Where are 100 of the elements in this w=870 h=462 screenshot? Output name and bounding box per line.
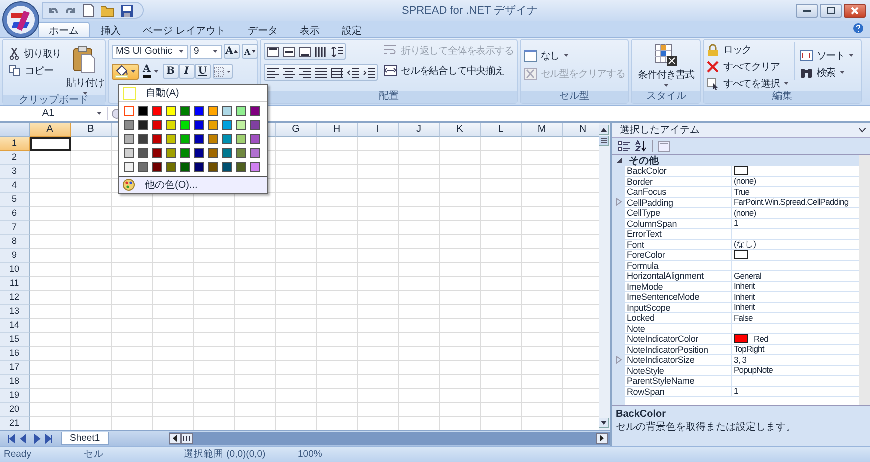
scroll-right-icon[interactable] — [596, 433, 608, 444]
vertical-scrollbar[interactable] — [599, 123, 610, 430]
column-header[interactable]: A — [30, 123, 71, 137]
alignment-icon[interactable] — [267, 46, 279, 56]
row-header[interactable]: 10 — [0, 263, 30, 277]
color-swatch[interactable] — [222, 106, 232, 116]
cell-type-dropdown[interactable]: なし — [524, 48, 569, 63]
column-header[interactable]: I — [358, 123, 399, 137]
color-swatch[interactable] — [138, 106, 148, 116]
save-icon[interactable] — [121, 4, 133, 16]
color-swatch[interactable] — [166, 134, 176, 144]
clear-all-button[interactable]: すべてクリア — [707, 59, 789, 74]
color-swatch[interactable] — [250, 106, 260, 116]
alignment-icon[interactable] — [315, 46, 327, 56]
color-swatch[interactable] — [124, 148, 134, 158]
row-header[interactable]: 11 — [0, 277, 30, 291]
color-swatch[interactable] — [236, 134, 246, 144]
sort-button[interactable]: ソート — [800, 48, 854, 63]
shrink-font-button[interactable]: A — [242, 44, 258, 59]
ribbon-tab[interactable]: 表示 — [288, 22, 331, 37]
color-swatch[interactable] — [180, 106, 190, 116]
color-swatch[interactable] — [166, 162, 176, 172]
row-header[interactable]: 9 — [0, 249, 30, 263]
color-swatch[interactable] — [124, 134, 134, 144]
alignment-icon[interactable] — [267, 68, 279, 78]
property-pages-icon[interactable] — [658, 140, 670, 152]
active-cell[interactable] — [30, 137, 71, 151]
color-swatch[interactable] — [222, 148, 232, 158]
color-swatch[interactable] — [138, 134, 148, 144]
column-header[interactable]: N — [563, 123, 599, 137]
color-swatch[interactable] — [124, 120, 134, 130]
color-swatch[interactable] — [180, 120, 190, 130]
color-swatch[interactable] — [152, 134, 162, 144]
scroll-left-icon[interactable] — [169, 433, 194, 444]
copy-button[interactable]: コピー — [9, 63, 62, 78]
color-swatch[interactable] — [138, 148, 148, 158]
font-name-dropdown[interactable]: MS UI Gothic — [112, 44, 188, 58]
color-swatch[interactable] — [250, 134, 260, 144]
automatic-color-item[interactable]: 自動(A) — [119, 85, 267, 102]
color-swatch[interactable] — [180, 148, 190, 158]
color-swatch[interactable] — [152, 120, 162, 130]
select-all-button[interactable]: すべてを選択 — [707, 76, 789, 91]
color-swatch[interactable] — [222, 134, 232, 144]
color-swatch[interactable] — [208, 148, 218, 158]
conditional-format-button[interactable]: 条件付き書式 — [638, 44, 695, 87]
sort-alphabetical-icon[interactable] — [635, 140, 647, 152]
row-header[interactable]: 19 — [0, 389, 30, 403]
merge-center-button[interactable]: セルを結合して中央揃え — [384, 63, 514, 78]
sheet-tab[interactable]: Sheet1 — [61, 432, 110, 445]
find-button[interactable]: 検索 — [800, 65, 854, 80]
maximize-button[interactable] — [820, 4, 842, 18]
chevron-down-icon[interactable] — [859, 128, 866, 132]
new-document-icon[interactable] — [83, 4, 95, 17]
color-swatch[interactable] — [194, 134, 204, 144]
color-swatch[interactable] — [250, 120, 260, 130]
more-colors-item[interactable]: 他の色(O)... — [119, 177, 267, 193]
font-size-dropdown[interactable]: 9 — [190, 44, 222, 58]
fill-color-button[interactable] — [112, 64, 139, 80]
expand-icon[interactable] — [616, 198, 622, 206]
color-swatch[interactable] — [208, 120, 218, 130]
scroll-up-icon[interactable] — [599, 125, 609, 135]
scroll-thumb-icon[interactable] — [599, 136, 609, 146]
color-swatch[interactable] — [236, 162, 246, 172]
color-swatch[interactable] — [236, 120, 246, 130]
color-swatch[interactable] — [138, 162, 148, 172]
color-swatch[interactable] — [208, 162, 218, 172]
alignment-icon[interactable] — [331, 68, 343, 78]
grow-font-button[interactable]: A — [224, 44, 240, 59]
row-header[interactable]: 4 — [0, 179, 30, 193]
bold-button[interactable]: B — [162, 64, 179, 79]
alignment-icon[interactable] — [283, 46, 295, 56]
row-header[interactable]: 8 — [0, 235, 30, 249]
color-swatch[interactable] — [166, 106, 176, 116]
row-header[interactable]: 15 — [0, 333, 30, 347]
border-button[interactable] — [212, 64, 233, 79]
column-header[interactable]: B — [71, 123, 112, 137]
row-header[interactable]: 21 — [0, 417, 30, 430]
italic-button[interactable]: I — [178, 64, 195, 79]
color-swatch[interactable] — [152, 106, 162, 116]
row-header[interactable]: 20 — [0, 403, 30, 417]
color-swatch[interactable] — [222, 162, 232, 172]
ribbon-tab[interactable]: 設定 — [330, 22, 373, 37]
row-header[interactable]: 1 — [0, 137, 30, 151]
underline-button[interactable]: U — [194, 64, 211, 79]
color-swatch[interactable] — [166, 148, 176, 158]
row-header[interactable]: 12 — [0, 291, 30, 305]
color-swatch[interactable] — [236, 106, 246, 116]
categorized-icon[interactable] — [618, 140, 630, 152]
lock-button[interactable]: ロック — [707, 42, 789, 57]
column-header[interactable]: M — [522, 123, 563, 137]
ribbon-tab[interactable]: ホーム — [38, 22, 90, 37]
color-swatch[interactable] — [208, 134, 218, 144]
row-header[interactable]: 14 — [0, 319, 30, 333]
alignment-icon[interactable] — [299, 68, 311, 78]
alignment-icon[interactable] — [347, 68, 359, 78]
name-box[interactable]: A1 — [0, 107, 108, 120]
row-header[interactable]: 13 — [0, 305, 30, 319]
color-swatch[interactable] — [194, 148, 204, 158]
color-swatch[interactable] — [152, 162, 162, 172]
column-header[interactable]: K — [440, 123, 481, 137]
